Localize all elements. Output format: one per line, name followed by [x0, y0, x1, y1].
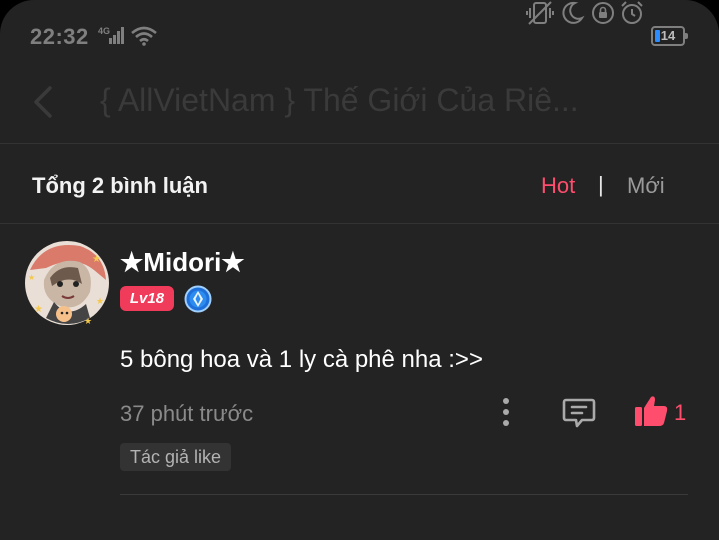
comment-timestamp: 37 phút trước — [120, 401, 254, 426]
svg-text:★: ★ — [92, 254, 101, 265]
sort-new-tab[interactable]: Mới — [627, 173, 665, 199]
night-mode-icon — [562, 1, 585, 24]
battery-level: 14 — [660, 28, 676, 43]
author-liked-tag: Tác giả like — [120, 443, 232, 471]
like-thumb-icon[interactable] — [633, 394, 669, 428]
screen: 22:32 4G 14 {AllVietNam} Thế Giới Của … — [0, 0, 719, 540]
status-time: 22:32 — [30, 24, 89, 49]
app-header: { AllVietNam } Thế Giới Của Riê... — [0, 72, 719, 142]
svg-text:★: ★ — [34, 304, 43, 315]
svg-text:★: ★ — [28, 273, 35, 282]
vibrate-mute-icon — [526, 1, 554, 25]
avatar[interactable]: ★ ★ ★ ★ ★ — [24, 240, 110, 326]
svg-text:★: ★ — [84, 317, 92, 326]
status-bar: 22:32 4G 14 — [0, 0, 719, 72]
sort-hot-tab[interactable]: Hot — [541, 173, 575, 199]
comment-divider — [120, 494, 688, 495]
sort-separator: | — [598, 172, 604, 197]
cellular-signal-icon: 4G — [98, 26, 124, 44]
comment-text: 5 bông hoa và 1 ly cà phê nha :>> — [120, 346, 483, 373]
comments-toolbar: Tổng 2 bình luận Hot | Mới — [0, 145, 719, 223]
reply-comment-icon[interactable] — [562, 395, 596, 429]
network-type-label: 4G — [98, 26, 110, 36]
comment-total: Tổng 2 bình luận — [32, 173, 208, 198]
header-divider — [0, 143, 719, 144]
like-count: 1 — [674, 400, 687, 425]
back-arrow-icon[interactable] — [30, 82, 56, 122]
page-title: { AllVietNam } Thế Giới Của Riê... — [100, 82, 579, 118]
level-badge: Lv18 — [120, 286, 174, 311]
wifi-icon — [131, 26, 157, 46]
rotation-lock-icon — [592, 2, 614, 24]
svg-text:★: ★ — [96, 297, 104, 307]
more-options-icon[interactable] — [496, 396, 516, 428]
comment-username[interactable]: ★Midori★ — [120, 247, 245, 278]
vip-badge-icon — [184, 285, 212, 313]
battery-icon: 14 — [651, 26, 688, 46]
alarm-icon — [621, 1, 643, 24]
toolbar-divider — [0, 223, 719, 224]
